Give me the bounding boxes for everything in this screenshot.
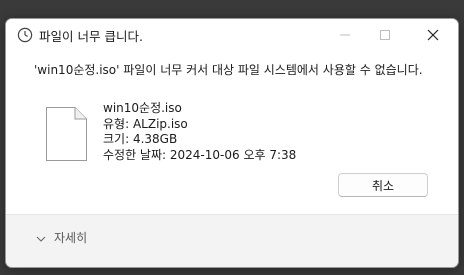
chevron-down-icon [36,231,46,245]
file-size-label: 크기: [103,132,130,146]
cancel-button[interactable]: 취소 [338,173,428,197]
details-label: 자세히 [54,231,88,245]
file-modified-label: 수정한 날짜: [103,147,167,162]
maximize-icon [379,26,391,45]
maximize-button[interactable] [362,19,408,51]
file-name: win10순정.iso [103,101,182,115]
file-info: win10순정.iso 유형: ALZip.iso 크기: 4.38GB 수정한… [103,101,296,163]
close-button[interactable] [410,19,456,51]
dialog-footer: 자세히 [6,214,458,267]
minimize-icon [339,26,351,45]
dialog-window: 파일이 너무 큽니다. 'win10순정.iso' 파일이 너무 커서 대상 파… [5,18,459,268]
error-message: 'win10순정.iso' 파일이 너무 커서 대상 파일 시스템에서 사용할 … [34,63,423,77]
clock-icon [17,27,33,43]
file-type-label: 유형: [103,116,130,131]
file-modified-value: 2024-10-06 오후 7:38 [169,147,297,162]
file-type-value: ALZip.iso [132,116,188,131]
title-bar[interactable]: 파일이 너무 큽니다. [6,19,458,51]
file-size-value: 4.38GB [132,132,178,146]
dialog-content: 'win10순정.iso' 파일이 너무 커서 대상 파일 시스템에서 사용할 … [6,51,458,209]
window-title: 파일이 너무 큽니다. [39,29,143,44]
details-toggle[interactable]: 자세히 [36,229,87,246]
file-icon [45,106,88,162]
close-icon [427,26,439,45]
